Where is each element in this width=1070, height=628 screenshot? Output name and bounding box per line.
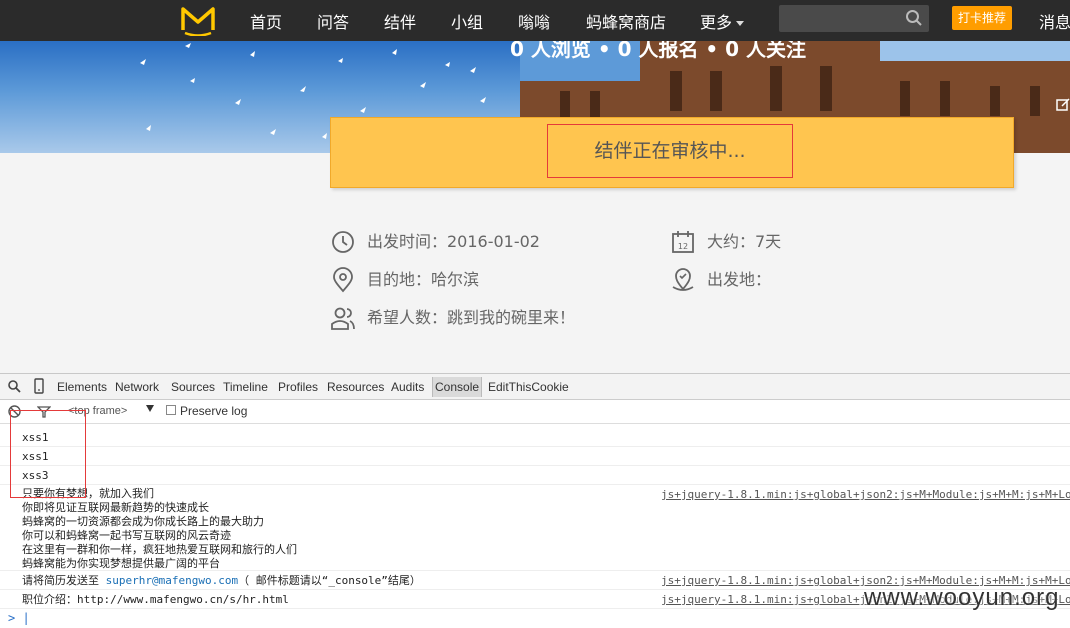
- preserve-log-label: Preserve log: [180, 404, 248, 418]
- nav-more[interactable]: 更多: [700, 9, 745, 33]
- edit-icon[interactable]: [1056, 98, 1070, 112]
- nav-home[interactable]: 首页: [250, 9, 282, 33]
- preserve-log-checkbox[interactable]: [166, 405, 176, 415]
- banner-stats: 0 人浏览 • 0 人报名 • 0 人关注: [510, 41, 807, 61]
- nav-store[interactable]: 蚂蜂窝商店: [586, 9, 666, 33]
- duration: 大约：7天: [707, 232, 782, 251]
- nav-companion[interactable]: 结伴: [384, 9, 416, 33]
- tab-network[interactable]: Network: [115, 380, 159, 394]
- search-icon[interactable]: [905, 9, 923, 27]
- console-log-line: xss3: [0, 466, 1070, 485]
- tab-audits[interactable]: Audits: [391, 380, 424, 394]
- tab-profiles[interactable]: Profiles: [278, 380, 318, 394]
- location-pin-icon: [333, 267, 353, 293]
- xss-highlight-box: [10, 410, 86, 498]
- clock-icon: [332, 231, 354, 253]
- watermark: www.wooyun.org: [864, 584, 1060, 611]
- resume-suffix: （ 邮件标题请以“_console”结尾）: [238, 574, 421, 587]
- chevron-down-icon: [736, 21, 745, 26]
- depart-time: 出发时间：2016-01-02: [367, 232, 540, 251]
- depart-place-row: 出发地：: [671, 267, 791, 293]
- calendar-icon: 12: [672, 231, 694, 253]
- search-input[interactable]: [779, 5, 929, 32]
- console-toolbar: <top frame> Preserve log: [0, 400, 1070, 424]
- resume-email-link[interactable]: superhr@mafengwo.com: [106, 574, 238, 587]
- duration-row: 12 大约：7天: [671, 229, 811, 255]
- checkin-button[interactable]: 打卡推荐: [952, 6, 1012, 30]
- people-icon: [331, 307, 355, 330]
- console-message: 只要你有梦想，就加入我们 你即将见证互联网最新趋势的快速成长 蚂蜂窝的一切资源都…: [22, 487, 297, 570]
- console-prompt[interactable]: > |: [8, 611, 30, 625]
- console-source-link[interactable]: js+jquery-1.8.1.min:js+global+json2:js+M…: [661, 488, 1070, 502]
- review-status-text: 结伴正在审核中...: [547, 124, 793, 178]
- inspect-icon[interactable]: [8, 380, 21, 393]
- top-nav: 首页 问答 结伴 小组 嗡嗡 蚂蜂窝商店 更多 打卡推荐 消息: [0, 0, 1070, 41]
- destination-row: 目的地：哈尔滨: [331, 267, 511, 293]
- console-message: 职位介绍：http://www.mafengwo.cn/s/hr.html: [22, 593, 289, 606]
- tab-sources[interactable]: Sources: [171, 380, 215, 394]
- nav-qa[interactable]: 问答: [317, 9, 349, 33]
- nav-wengweng[interactable]: 嗡嗡: [518, 9, 550, 33]
- devtools-tabbar: Elements Network Sources Timeline Profil…: [0, 374, 1070, 400]
- screenshot-root: 首页 问答 结伴 小组 嗡嗡 蚂蜂窝商店 更多 打卡推荐 消息 0 人浏览 • …: [0, 0, 1070, 628]
- wanted-people-row: 希望人数：跳到我的碗里来！: [331, 305, 581, 331]
- console-log-line: xss1: [0, 428, 1070, 447]
- tab-timeline[interactable]: Timeline: [223, 380, 268, 394]
- depart-time-row: 出发时间：2016-01-02: [331, 229, 551, 255]
- nav-group[interactable]: 小组: [451, 9, 483, 33]
- console-log-line: xss1: [0, 447, 1070, 466]
- destination: 目的地：哈尔滨: [367, 270, 480, 289]
- tab-console[interactable]: Console: [432, 377, 483, 397]
- tab-resources[interactable]: Resources: [327, 380, 384, 394]
- device-mode-icon[interactable]: [34, 378, 44, 394]
- svg-text:12: 12: [678, 242, 688, 251]
- console-message: 请将简历发送至 superhr@mafengwo.com（ 邮件标题请以“_co…: [22, 574, 421, 588]
- resume-prefix: 请将简历发送至: [22, 574, 106, 587]
- review-status-banner: 结伴正在审核中...: [330, 117, 1014, 188]
- mafengwo-logo[interactable]: [180, 4, 216, 36]
- depart-place: 出发地：: [707, 270, 772, 289]
- departure-pin-icon: [672, 268, 694, 291]
- console-log-line: 只要你有梦想，就加入我们 你即将见证互联网最新趋势的快速成长 蚂蜂窝的一切资源都…: [0, 485, 1070, 571]
- tab-elements[interactable]: Elements: [57, 380, 107, 394]
- nav-messages[interactable]: 消息: [1039, 9, 1070, 33]
- chevron-down-icon[interactable]: [146, 405, 154, 412]
- wanted-people: 希望人数：跳到我的碗里来！: [367, 308, 576, 327]
- tab-editthiscookie[interactable]: EditThisCookie: [488, 380, 569, 394]
- nav-more-label: 更多: [700, 13, 733, 32]
